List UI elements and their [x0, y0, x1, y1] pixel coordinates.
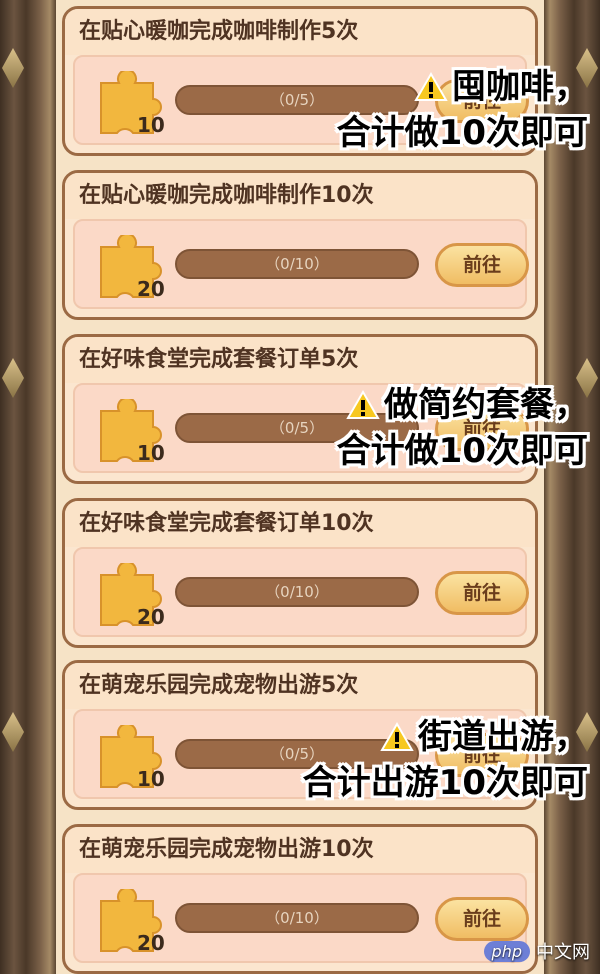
task-card: 在萌宠乐园完成宠物出游10次 20 （0/10） 前往 — [62, 824, 538, 974]
reward-count: 20 — [137, 605, 165, 629]
annotation-overlay: 街道出游， 合计出游10次即可 — [303, 714, 588, 806]
warning-icon — [346, 390, 380, 419]
progress-bar: （0/10） — [175, 249, 419, 279]
task-title: 在好味食堂完成套餐订单5次 — [65, 337, 535, 383]
annotation-text: 做简约套餐， — [384, 385, 588, 425]
go-button[interactable]: 前往 — [435, 571, 529, 615]
reward-count: 10 — [137, 441, 165, 465]
warning-icon — [380, 722, 414, 751]
task-title: 在萌宠乐园完成宠物出游10次 — [65, 827, 535, 873]
task-card: 在贴心暖咖完成咖啡制作10次 20 （0/10） 前往 — [62, 170, 538, 320]
annotation-overlay: 做简约套餐， 合计做10次即可 — [337, 382, 588, 474]
task-card: 在好味食堂完成套餐订单10次 20 （0/10） 前往 — [62, 498, 538, 648]
progress-bar: （0/10） — [175, 903, 419, 933]
task-title: 在贴心暖咖完成咖啡制作5次 — [65, 9, 535, 55]
task-title: 在萌宠乐园完成宠物出游5次 — [65, 663, 535, 709]
task-body: 20 （0/10） 前往 — [73, 219, 529, 309]
go-button[interactable]: 前往 — [435, 897, 529, 941]
annotation-text: 合计做10次即可 — [336, 113, 588, 153]
annotation-text: 合计出游10次即可 — [302, 763, 588, 803]
task-body: 20 （0/10） 前往 — [73, 547, 529, 637]
task-title: 在好味食堂完成套餐订单10次 — [65, 501, 535, 547]
annotation-overlay: 囤咖啡， 合计做10次即可 — [337, 64, 588, 156]
reward-count: 10 — [137, 113, 165, 137]
annotation-text: 合计做10次即可 — [336, 431, 588, 471]
annotation-text: 街道出游， — [418, 717, 588, 757]
watermark-logo: php — [483, 940, 530, 962]
task-body: 20 （0/10） 前往 — [73, 873, 529, 963]
reward-count: 20 — [137, 931, 165, 955]
watermark: php 中文网 — [483, 938, 590, 964]
annotation-text: 囤咖啡， — [452, 67, 588, 107]
reward-count: 10 — [137, 767, 165, 791]
progress-bar: （0/10） — [175, 577, 419, 607]
go-button[interactable]: 前往 — [435, 243, 529, 287]
reward-count: 20 — [137, 277, 165, 301]
watermark-text: 中文网 — [536, 942, 590, 963]
warning-icon — [414, 72, 448, 101]
annotation-line: 做简约套餐， — [337, 382, 588, 428]
annotation-line: 街道出游， — [303, 714, 588, 760]
task-title: 在贴心暖咖完成咖啡制作10次 — [65, 173, 535, 219]
annotation-line: 囤咖啡， — [337, 64, 588, 110]
